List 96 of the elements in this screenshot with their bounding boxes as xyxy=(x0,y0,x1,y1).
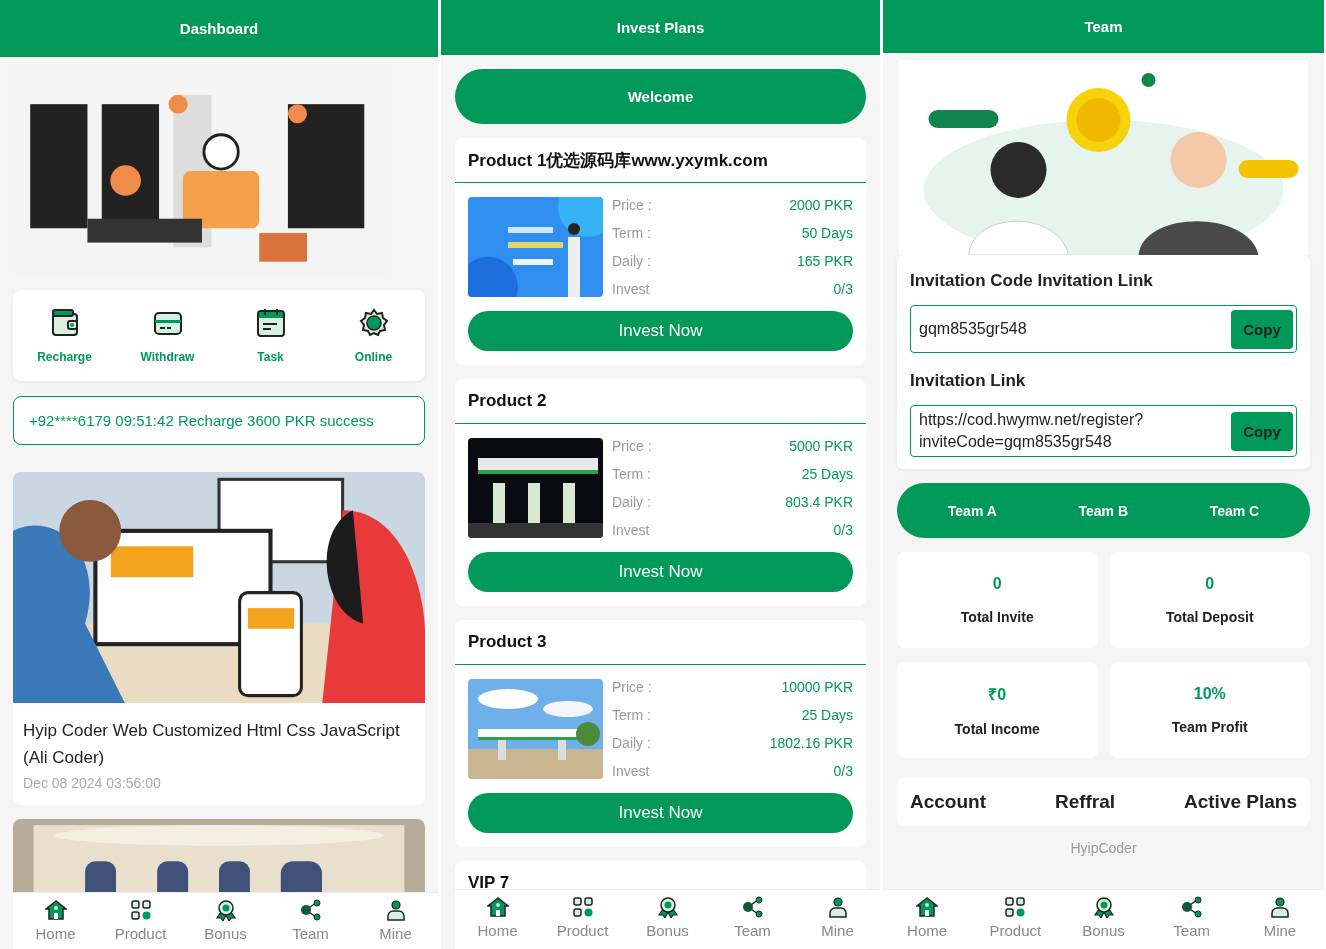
field-value: 25 Days xyxy=(801,707,853,723)
stat-label: Total Deposit xyxy=(1165,609,1254,625)
nav-item[interactable]: Team xyxy=(710,890,795,949)
section-heading: Invitation Link xyxy=(910,371,1027,391)
field-label: Term : xyxy=(612,707,651,723)
stat-value: ₹0 xyxy=(988,685,1007,705)
action-button[interactable]: Withdraw xyxy=(116,290,219,381)
grid-icon xyxy=(129,899,152,921)
share-icon xyxy=(741,896,764,918)
welcome-button[interactable]: Welcome xyxy=(455,69,866,124)
home-icon xyxy=(916,896,939,918)
action-button[interactable]: Online xyxy=(322,290,425,381)
user-icon xyxy=(826,896,849,918)
field-value: 1802.16 PKR xyxy=(769,735,853,751)
field-value: 50 Days xyxy=(801,225,853,241)
team-tab[interactable]: Team C xyxy=(1203,501,1266,520)
home-icon xyxy=(44,899,67,921)
field-value: 2000 PKR xyxy=(789,197,853,213)
field-label: Invest xyxy=(612,281,650,297)
calendar-icon xyxy=(255,307,286,338)
field-value: 0/3 xyxy=(833,763,853,779)
page-title: Invest Plans xyxy=(616,19,705,36)
notice-text: +92****6179 09:51:42 Recharge 3600 PKR success xyxy=(13,396,425,445)
award-icon xyxy=(656,896,679,918)
action-button[interactable]: Recharge xyxy=(13,290,116,381)
field-label: Term : xyxy=(612,466,651,482)
field-value: 10000 PKR xyxy=(781,679,853,695)
product-name: Product 2 xyxy=(468,391,547,411)
field-label: Price : xyxy=(612,197,652,213)
menu-link[interactable]: Active Plans xyxy=(1184,790,1297,813)
nav-item[interactable]: Team xyxy=(1147,890,1236,949)
nav-item[interactable]: Mine xyxy=(353,893,438,949)
stat-label: Total Invite xyxy=(960,609,1034,625)
user-icon xyxy=(1268,896,1291,918)
field-value: 0/3 xyxy=(833,522,853,538)
field-value: 0/3 xyxy=(833,281,853,297)
product-name: Product 3 xyxy=(468,632,547,652)
nav-item[interactable]: Home xyxy=(883,890,972,949)
nav-item[interactable]: Mine xyxy=(1235,890,1324,949)
field-label: Daily : xyxy=(612,494,651,510)
share-icon xyxy=(1180,896,1203,918)
grid-icon xyxy=(1004,896,1027,918)
menu-link[interactable]: Account xyxy=(910,790,986,813)
menu-link[interactable]: Reffral xyxy=(1054,790,1116,813)
grid-icon xyxy=(571,896,594,918)
settings-icon xyxy=(358,307,389,338)
invest-button[interactable]: Invest Now xyxy=(468,311,853,351)
stat-label: Total Income xyxy=(954,721,1040,737)
product-name: VIP 7 xyxy=(468,873,510,893)
award-icon xyxy=(1092,896,1115,918)
code-value: gqm8535gr548 xyxy=(919,319,1027,339)
copy-button[interactable]: Copy xyxy=(1231,309,1293,349)
user-icon xyxy=(384,899,407,921)
page-title: Team xyxy=(1084,18,1123,35)
award-icon xyxy=(214,899,237,921)
article-date: Dec 08 2024 03:56:00 xyxy=(22,774,162,793)
field-value: 25 Days xyxy=(801,466,853,482)
page-title: Dashboard xyxy=(179,20,259,37)
field-label: Price : xyxy=(612,438,652,454)
nav-item[interactable]: Product xyxy=(98,893,183,949)
nav-item[interactable]: Product xyxy=(971,890,1060,949)
field-value: 803.4 PKR xyxy=(785,494,853,510)
invest-button[interactable]: Invest Now xyxy=(468,793,853,833)
nav-item[interactable]: Home xyxy=(13,893,98,949)
field-value: 165 PKR xyxy=(796,253,853,269)
field-label: Term : xyxy=(612,225,651,241)
action-button[interactable]: Task xyxy=(219,290,322,381)
wallet-icon xyxy=(49,307,80,338)
team-tab[interactable]: Team A xyxy=(941,501,1003,520)
stat-label: Team Profit xyxy=(1171,719,1248,735)
link-value: https://cod.hwymw.net/register?inviteCode=gqm8535gr548 xyxy=(919,410,1145,452)
field-label: Invest xyxy=(612,763,650,779)
product-name: Product 1优选源码库www.yxymk.com xyxy=(468,149,768,172)
stat-value: 0 xyxy=(1205,575,1215,593)
field-value: 5000 PKR xyxy=(789,438,853,454)
field-label: Invest xyxy=(612,522,650,538)
field-label: Daily : xyxy=(612,253,651,269)
team-tab[interactable]: Team B xyxy=(1072,501,1134,520)
nav-item[interactable]: Team xyxy=(268,893,353,949)
nav-item[interactable]: Mine xyxy=(795,890,880,949)
home-icon xyxy=(486,896,509,918)
share-icon xyxy=(299,899,322,921)
nav-item[interactable]: Bonus xyxy=(1059,890,1148,949)
nav-item[interactable]: Bonus xyxy=(183,893,268,949)
field-label: Daily : xyxy=(612,735,651,751)
stat-value: 0 xyxy=(992,575,1002,593)
nav-item[interactable]: Product xyxy=(540,890,625,949)
footer-text: HyipCoder xyxy=(1070,840,1137,856)
nav-item[interactable]: Bonus xyxy=(625,890,710,949)
stat-value: 10% xyxy=(1193,685,1226,703)
article-title[interactable]: Hyip Coder Web Customized Html Css JavaScript (Ali Coder) xyxy=(13,703,425,771)
field-label: Price : xyxy=(612,679,652,695)
nav-item[interactable]: Home xyxy=(455,890,540,949)
copy-button[interactable]: Copy xyxy=(1231,411,1293,451)
section-heading: Invitation Code Invitation Link xyxy=(910,271,1154,291)
invest-button[interactable]: Invest Now xyxy=(468,552,853,592)
